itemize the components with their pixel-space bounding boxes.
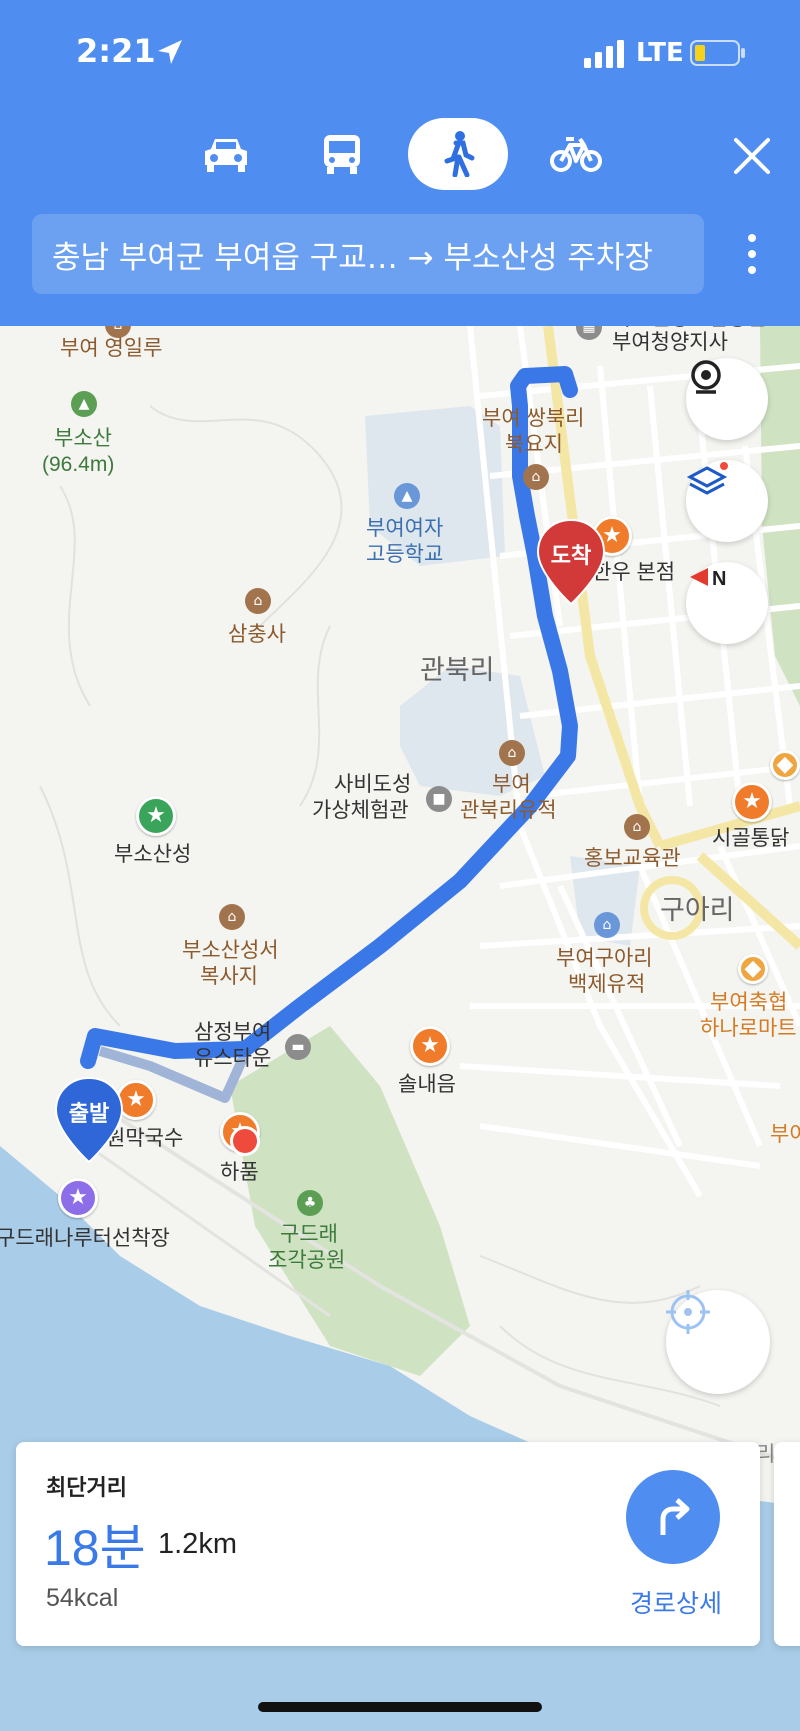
poi-label[interactable]: 솔내음 — [398, 1072, 456, 1097]
restaurant-star-icon[interactable]: ★ — [732, 782, 772, 822]
route-card[interactable]: 최단거리 18분 1.2km 54kcal 경로상세 — [16, 1442, 760, 1646]
more-dot-icon — [748, 266, 756, 274]
crosshair-icon — [666, 1290, 710, 1334]
end-marker[interactable]: 도착 — [536, 518, 606, 606]
signal-icon — [584, 40, 624, 68]
route-detail-button[interactable] — [626, 1470, 720, 1564]
attraction-star-icon[interactable]: ★ — [136, 796, 176, 836]
close-icon — [734, 138, 770, 174]
network-label: LTE — [636, 38, 684, 68]
poi-label[interactable]: 시골통닭 — [712, 826, 789, 851]
heritage-icon[interactable]: ⌂ — [624, 814, 650, 840]
status-bar: 2:21 LTE — [0, 0, 800, 100]
poi-label[interactable]: 부여여자 — [366, 516, 443, 541]
poi-label: 부여청양지사 — [612, 331, 728, 354]
cctv-button[interactable] — [686, 358, 768, 440]
status-time: 2:21 — [76, 32, 156, 70]
turn-right-arrow-icon — [660, 1498, 690, 1535]
shopping-icon[interactable]: ◆ — [738, 954, 768, 984]
poi-label[interactable]: 부소산성 — [114, 842, 191, 867]
start-marker-label: 출발 — [68, 1101, 110, 1126]
bike-icon — [550, 137, 602, 172]
school-icon[interactable]: ▲ — [394, 483, 420, 509]
car-mode-button[interactable] — [176, 118, 276, 190]
screen: ⌂ 부여 영일루 ▲ 부소산 (96.4m) ▦ 국민건강보험공단 부여청양지사… — [0, 0, 800, 1731]
walk-icon — [444, 131, 475, 177]
poi-label: 백제유적 — [568, 973, 646, 996]
area-label: 관북리 — [420, 655, 495, 685]
poi-label[interactable]: 부소산성서 — [182, 938, 279, 963]
shopping-icon[interactable]: ◆ — [770, 750, 800, 780]
poi-label[interactable]: 부여 쌍북리 — [482, 406, 584, 431]
hotel-icon[interactable]: ▬ — [285, 1034, 311, 1060]
heritage-icon[interactable]: ⌂ — [499, 740, 525, 766]
poi-label: 북요지 — [505, 433, 563, 456]
heritage-icon[interactable]: ⌂ — [219, 904, 245, 930]
battery-icon — [690, 40, 745, 66]
poi-label: 복사지 — [200, 965, 258, 988]
poi-label: 조각공원 — [268, 1249, 346, 1272]
walk-mode-button[interactable] — [408, 118, 508, 190]
svg-text:N: N — [712, 568, 726, 590]
poi-label: 가상체험관 — [312, 799, 409, 822]
layers-button[interactable] — [686, 460, 768, 542]
poi-label[interactable]: 사비도성 — [334, 772, 411, 797]
heritage-icon[interactable]: ⌂ — [523, 464, 549, 490]
route-summary-bar[interactable]: 충남 부여군 부여읍 구교… → 부소산성 주차장 — [32, 214, 704, 294]
layers-icon — [686, 462, 728, 495]
more-options-button[interactable] — [732, 226, 772, 282]
header: 2:21 LTE 충남 부여군 부여읍 구교… → 부소산성 주차장 — [0, 0, 800, 326]
poi-label: (96.4m) — [42, 453, 115, 476]
park-icon[interactable]: ♣ — [297, 1190, 323, 1216]
my-location-button[interactable] — [666, 1290, 770, 1394]
poi-label[interactable]: 삼충사 — [228, 622, 286, 647]
poi-label[interactable]: 구드래나루터선착장 — [0, 1226, 170, 1251]
location-arrow-icon — [158, 40, 182, 64]
museum-icon[interactable]: ■ — [426, 786, 452, 812]
car-icon — [205, 139, 247, 172]
route-summary-text: 충남 부여군 부여읍 구교… → 부소산성 주차장 — [52, 239, 653, 276]
more-dot-icon — [748, 234, 756, 242]
current-location-dot — [230, 1126, 260, 1156]
mountain-icon[interactable]: ▲ — [71, 391, 97, 417]
cctv-icon — [691, 360, 721, 394]
area-label: 구아리 — [660, 895, 735, 925]
poi-label: 관북리유적 — [460, 799, 557, 822]
route-calories: 54kcal — [46, 1584, 119, 1612]
transport-modes — [0, 118, 800, 194]
poi-label[interactable]: 부여 — [492, 772, 531, 797]
route-distance: 1.2km — [158, 1528, 237, 1560]
poi-label[interactable]: 삼정부여 — [194, 1020, 271, 1045]
poi-label[interactable]: 부여 영일루 — [60, 336, 162, 361]
poi-label[interactable]: 부여 — [770, 1122, 800, 1147]
heritage-site-icon[interactable]: ⌂ — [594, 912, 620, 938]
bus-icon — [324, 135, 360, 174]
home-indicator[interactable] — [258, 1702, 542, 1712]
poi-label[interactable]: 구드래 — [280, 1222, 338, 1247]
poi-label: 하나로마트 — [700, 1017, 797, 1040]
poi-label: 유스타운 — [194, 1047, 272, 1070]
compass-button[interactable]: N — [686, 562, 768, 644]
poi-label[interactable]: 홍보교육관 — [584, 846, 681, 871]
next-route-card-peek[interactable] — [774, 1442, 800, 1646]
compass-icon: N — [690, 568, 726, 590]
close-button[interactable] — [724, 128, 780, 184]
route-detail-label[interactable]: 경로상세 — [620, 1584, 732, 1620]
route-type: 최단거리 — [46, 1475, 127, 1500]
heritage-icon[interactable]: ⌂ — [245, 588, 271, 614]
poi-label[interactable]: 부여구아리 — [556, 946, 653, 971]
end-marker-label: 도착 — [550, 543, 592, 568]
poi-label[interactable]: 하품 — [220, 1160, 259, 1185]
restaurant-star-icon[interactable]: ★ — [410, 1026, 450, 1066]
poi-label[interactable]: 부소산 — [54, 426, 112, 451]
poi-label[interactable]: 부여축협 — [710, 990, 787, 1015]
start-marker[interactable]: 출발 — [54, 1076, 124, 1164]
bus-mode-button[interactable] — [292, 118, 392, 190]
poi-label: 고등학교 — [366, 543, 444, 566]
bike-mode-button[interactable] — [526, 118, 626, 190]
attraction-star-icon[interactable]: ★ — [58, 1178, 98, 1218]
more-dot-icon — [748, 250, 756, 258]
route-duration: 18분 — [44, 1520, 146, 1576]
